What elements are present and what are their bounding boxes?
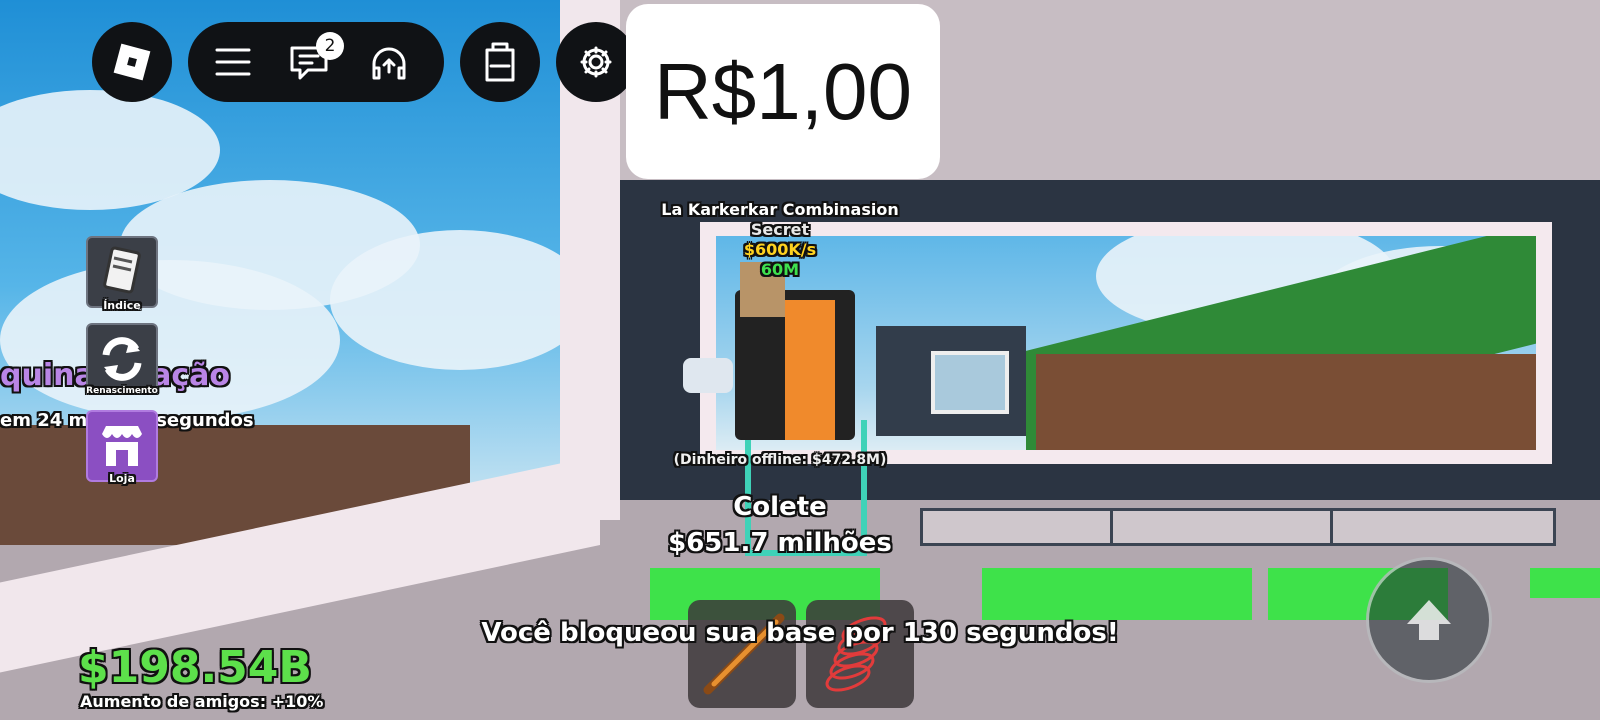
index-button[interactable] — [86, 236, 158, 308]
floor-slab — [920, 508, 1116, 546]
brainrot-price: 60M — [760, 260, 800, 279]
settings-button[interactable] — [556, 22, 636, 102]
brainrot-character-orange — [785, 300, 835, 440]
brainrot-rate: $600K/s — [743, 240, 817, 259]
coil-spring-icon — [825, 616, 887, 692]
roblox-menu-button[interactable] — [92, 22, 172, 102]
hotbar-slot-1[interactable] — [688, 600, 796, 708]
shop-label: Loja — [109, 472, 135, 485]
settings-gear-icon — [580, 46, 612, 78]
shark-figure — [683, 358, 733, 393]
rebirth-button[interactable] — [86, 323, 158, 395]
floor-slab — [1330, 508, 1556, 546]
collect-amount: $651.7 milhões — [668, 528, 892, 558]
headset-icon[interactable] — [368, 42, 410, 84]
money-value: $198.54B — [78, 642, 312, 693]
brainrot-rarity: Secret — [750, 220, 810, 239]
index-label: Índice — [103, 299, 141, 312]
friends-boost-text: Aumento de amigos: +10% — [80, 692, 324, 711]
hotbar-slot-2[interactable] — [806, 600, 914, 708]
shop-icon — [102, 426, 142, 466]
bat-icon — [703, 613, 785, 695]
offline-money-text: (Dinheiro offline: $472.8M) — [673, 452, 887, 468]
jump-button[interactable] — [1366, 557, 1492, 683]
rebirth-label: Renascimento — [86, 386, 158, 396]
up-arrow-icon — [1407, 600, 1451, 640]
brainrot-name: La Karkerkar Combinasion — [661, 200, 899, 219]
menu-icon[interactable] — [213, 42, 253, 82]
collect-title: Colete — [733, 492, 827, 522]
notification-text: Você bloqueou sua base por 130 segundos! — [481, 618, 1119, 648]
backpack-button[interactable] — [460, 22, 540, 102]
backpack-icon — [485, 42, 515, 82]
top-bar-group: 2 — [188, 22, 444, 102]
green-pad[interactable] — [982, 568, 1252, 620]
floor-slab — [1110, 508, 1336, 546]
green-pad[interactable] — [1530, 568, 1600, 598]
chat-badge: 2 — [316, 32, 344, 60]
book-icon — [103, 246, 141, 294]
rebirth-arrows-icon — [102, 337, 142, 381]
robux-price-popup[interactable]: R$1,00 — [626, 4, 940, 179]
price-text: R$1,00 — [654, 46, 912, 136]
roblox-logo-icon — [113, 43, 151, 81]
